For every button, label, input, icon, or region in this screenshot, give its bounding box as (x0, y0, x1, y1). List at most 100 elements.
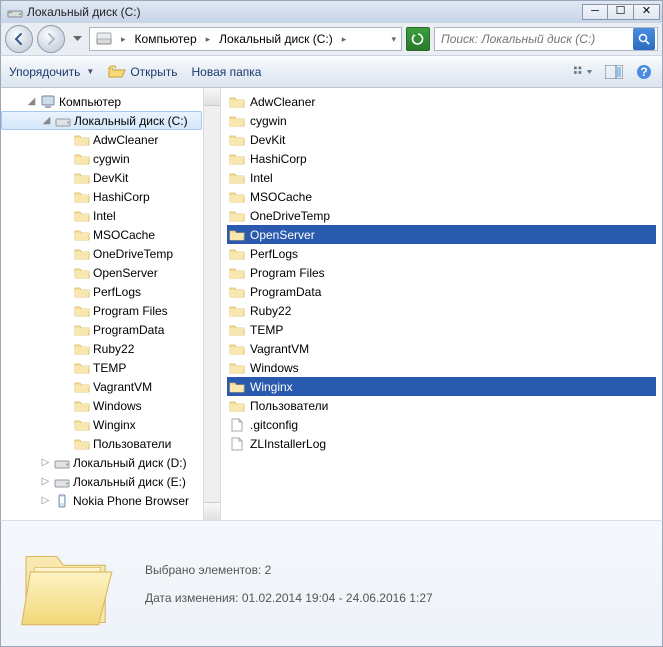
list-item[interactable]: ZLInstallerLog (227, 434, 656, 453)
list-item[interactable]: cygwin (227, 111, 656, 130)
chevron-right-icon[interactable]: ▸ (339, 34, 350, 45)
breadcrumb-segment[interactable]: Компьютер (131, 28, 201, 50)
navbar: ▸ Компьютер ▸ Локальный диск (C:) ▸ ▾ (0, 22, 663, 56)
drive-icon (92, 28, 116, 50)
tree-item[interactable]: TEMP (1, 358, 220, 377)
list-item[interactable]: VagrantVM (227, 339, 656, 358)
tree-item-label: TEMP (93, 361, 126, 375)
tree-item-label: OpenServer (93, 266, 158, 280)
maximize-button[interactable]: ☐ (608, 4, 634, 20)
tree-panel: ◢Компьютер◢Локальный диск (C:) AdwCleaner… (1, 88, 221, 520)
tree-item-label: OneDriveTemp (93, 247, 173, 261)
expander-icon[interactable]: ◢ (41, 115, 52, 126)
tree-item[interactable]: ▷Nokia Phone Browser (1, 491, 220, 510)
tree-item[interactable]: OpenServer (1, 263, 220, 282)
tree-item[interactable]: Intel (1, 206, 220, 225)
list-item[interactable]: OpenServer (227, 225, 656, 244)
list-item[interactable]: TEMP (227, 320, 656, 339)
refresh-button[interactable] (406, 27, 430, 51)
tree-item[interactable]: cygwin (1, 149, 220, 168)
window-title: Локальный диск (C:) (27, 5, 582, 19)
new-folder-button[interactable]: Новая папка (191, 65, 261, 79)
content-area: ◢Компьютер◢Локальный диск (C:) AdwCleaner… (0, 88, 663, 520)
list-item[interactable]: HashiCorp (227, 149, 656, 168)
tree-item-label: Program Files (93, 304, 168, 318)
list-item[interactable]: Winginx (227, 377, 656, 396)
chevron-right-icon[interactable]: ▸ (203, 34, 214, 45)
tree-item[interactable]: AdwCleaner (1, 130, 220, 149)
tree-item[interactable]: ▷ Локальный диск (E:) (1, 472, 220, 491)
minimize-button[interactable]: ─ (582, 4, 608, 20)
tree-item-label: Локальный диск (E:) (73, 475, 186, 489)
back-button[interactable] (5, 25, 33, 53)
list-item[interactable]: MSOCache (227, 187, 656, 206)
list-item[interactable]: .gitconfig (227, 415, 656, 434)
tree-item[interactable]: Пользователи (1, 434, 220, 453)
scrollbar[interactable] (203, 88, 220, 520)
file-name: DevKit (250, 133, 285, 147)
tree-item-label: HashiCorp (93, 190, 150, 204)
chevron-down-icon[interactable]: ▾ (388, 34, 399, 45)
tree-item[interactable]: HashiCorp (1, 187, 220, 206)
tree-item[interactable]: Ruby22 (1, 339, 220, 358)
selection-count: Выбрано элементов: 2 (145, 563, 648, 577)
tree-item-label: Winginx (93, 418, 136, 432)
tree-item-label: PerfLogs (93, 285, 141, 299)
list-item[interactable]: PerfLogs (227, 244, 656, 263)
breadcrumb-segment[interactable]: Локальный диск (C:) (215, 28, 337, 50)
help-button[interactable]: ? (634, 63, 654, 81)
tree-item[interactable]: ◢Локальный диск (C:) (1, 111, 202, 130)
open-button[interactable]: Открыть (108, 64, 177, 80)
tree-item[interactable]: OneDriveTemp (1, 244, 220, 263)
tree-item[interactable]: PerfLogs (1, 282, 220, 301)
list-item[interactable]: ProgramData (227, 282, 656, 301)
file-name: ZLInstallerLog (250, 437, 326, 451)
file-list[interactable]: AdwCleanercygwin DevKit HashiCorpIntelMSOC… (221, 88, 662, 520)
search-button[interactable] (633, 28, 655, 50)
breadcrumb[interactable]: ▸ Компьютер ▸ Локальный диск (C:) ▸ ▾ (89, 27, 402, 51)
expander-icon[interactable]: ◢ (26, 96, 37, 107)
list-item[interactable]: Ruby22 (227, 301, 656, 320)
list-item[interactable]: Intel (227, 168, 656, 187)
view-menu[interactable] (574, 63, 594, 81)
search-box[interactable] (434, 27, 658, 51)
svg-text:?: ? (640, 65, 647, 79)
close-button[interactable]: ✕ (634, 4, 660, 20)
organize-label: Упорядочить (9, 65, 80, 79)
organize-menu[interactable]: Упорядочить ▼ (9, 65, 94, 79)
details-text: Выбрано элементов: 2 Дата изменения: 01.… (145, 563, 648, 605)
toolbar: Упорядочить ▼ Открыть Новая папка ? (0, 56, 663, 88)
list-item[interactable]: OneDriveTemp (227, 206, 656, 225)
nav-history-dropdown[interactable] (69, 26, 85, 52)
expander-icon[interactable]: ▷ (40, 495, 51, 506)
file-name: .gitconfig (250, 418, 298, 432)
file-name: VagrantVM (250, 342, 309, 356)
chevron-right-icon[interactable]: ▸ (118, 34, 129, 45)
list-item[interactable]: AdwCleaner (227, 92, 656, 111)
list-item[interactable]: Пользователи (227, 396, 656, 415)
tree-item[interactable]: ProgramData (1, 320, 220, 339)
tree-item[interactable]: ▷Локальный диск (D:) (1, 453, 220, 472)
list-item[interactable]: Windows (227, 358, 656, 377)
expander-icon[interactable]: ▷ (40, 457, 51, 468)
tree-item[interactable]: Windows (1, 396, 220, 415)
titlebar: Локальный диск (C:) ─ ☐ ✕ (0, 0, 663, 22)
search-input[interactable] (437, 32, 633, 46)
tree-item-label: Ruby22 (93, 342, 134, 356)
forward-button[interactable] (37, 25, 65, 53)
tree-item[interactable]: Winginx (1, 415, 220, 434)
tree-item[interactable]: MSOCache (1, 225, 220, 244)
list-item[interactable]: Program Files (227, 263, 656, 282)
tree-item[interactable]: Program Files (1, 301, 220, 320)
tree-item-label: Intel (93, 209, 116, 223)
file-name: OpenServer (250, 228, 315, 242)
preview-pane-button[interactable] (604, 63, 624, 81)
tree-item[interactable]: VagrantVM (1, 377, 220, 396)
tree-item-label: AdwCleaner (93, 133, 158, 147)
tree-item[interactable]: ◢Компьютер (1, 92, 220, 111)
list-item[interactable]: DevKit (227, 130, 656, 149)
folder-preview-icon (15, 534, 125, 634)
tree-item[interactable]: DevKit (1, 168, 220, 187)
expander-icon[interactable]: ▷ (40, 476, 51, 487)
chevron-down-icon: ▼ (86, 67, 94, 76)
